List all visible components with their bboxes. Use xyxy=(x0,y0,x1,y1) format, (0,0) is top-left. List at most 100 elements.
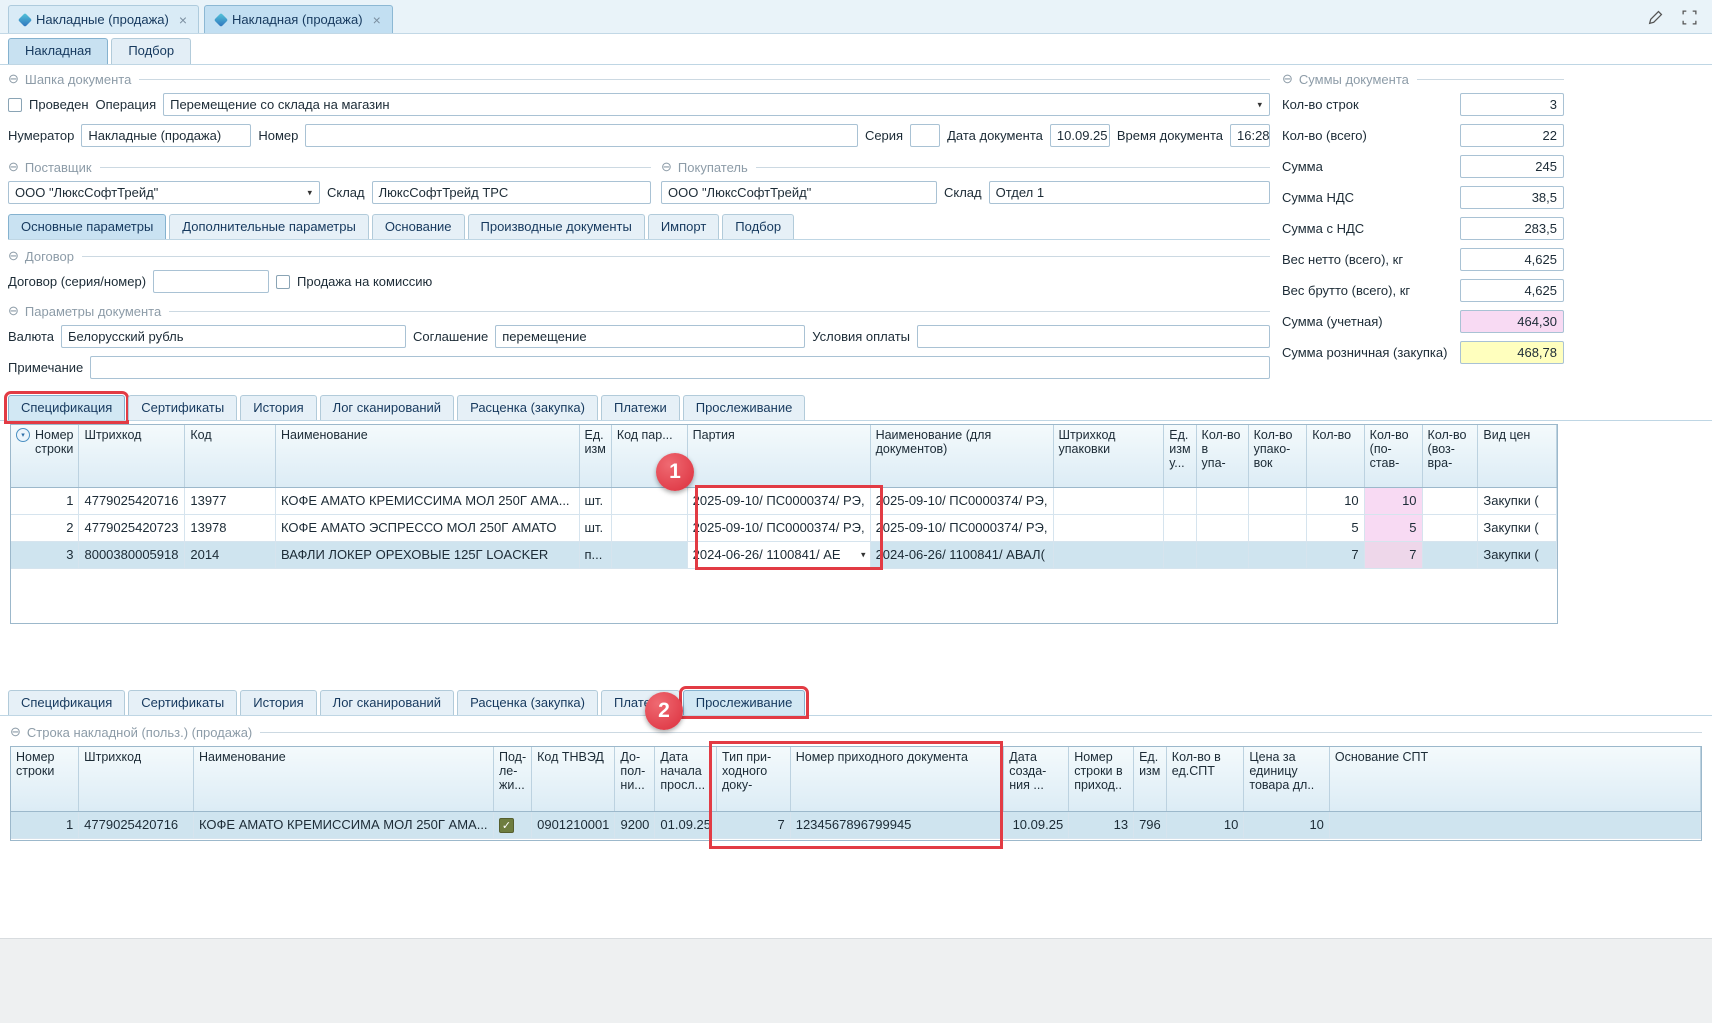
window-tab-invoices-list[interactable]: Накладные (продажа) × xyxy=(8,5,199,33)
column-header[interactable]: Ед. изм xyxy=(1134,747,1167,811)
tab-sertifikaty[interactable]: Сертификаты xyxy=(128,395,237,420)
grid-cell[interactable]: шт. xyxy=(579,487,611,514)
doc-time-input[interactable]: 16:28 xyxy=(1230,124,1270,147)
tab-podbor-2[interactable]: Подбор xyxy=(722,214,794,239)
grid-cell[interactable] xyxy=(611,541,687,568)
grid-cell[interactable]: 7 xyxy=(1364,541,1422,568)
grid-cell[interactable]: п... xyxy=(579,541,611,568)
commission-checkbox[interactable] xyxy=(276,275,290,289)
table-row[interactable]: 2 4779025420723 13978 КОФЕ АМАТО ЭСПРЕСС… xyxy=(11,514,1557,541)
edit-icon[interactable] xyxy=(1646,8,1664,26)
grid-cell[interactable]: 13 xyxy=(1069,811,1134,838)
numerator-input[interactable]: Накладные (продажа) xyxy=(81,124,251,147)
grid-cell[interactable] xyxy=(1248,541,1307,568)
column-header[interactable]: Ед. изм xyxy=(579,425,611,487)
grid-cell[interactable] xyxy=(1053,487,1164,514)
column-header[interactable]: Кол-во упако- вок xyxy=(1248,425,1307,487)
tab-proslezhivanie[interactable]: Прослеживание xyxy=(683,395,806,420)
proveden-checkbox[interactable] xyxy=(8,98,22,112)
currency-input[interactable]: Белорусский рубль xyxy=(61,325,406,348)
grid-cell[interactable]: 0901210001 xyxy=(532,811,615,838)
collapse-icon[interactable]: ⊖ xyxy=(8,248,19,264)
grid-cell[interactable]: 5 xyxy=(1307,514,1364,541)
column-header[interactable]: Кол-во xyxy=(1307,425,1364,487)
grid-cell[interactable]: 9200 xyxy=(615,811,655,838)
grid-cell[interactable] xyxy=(1196,514,1248,541)
total-value[interactable]: 38,5 xyxy=(1460,186,1564,209)
grid-cell[interactable]: КОФЕ АМАТО КРЕМИССИМА МОЛ 250Г АМА... xyxy=(194,811,494,838)
column-header[interactable]: До- пол- ни... xyxy=(615,747,655,811)
grid-cell[interactable]: 4779025420716 xyxy=(79,487,185,514)
grid-cell[interactable]: 4779025420723 xyxy=(79,514,185,541)
tab-sertifikaty-2[interactable]: Сертификаты xyxy=(128,690,237,715)
tab-rascenka-zakupka-2[interactable]: Расценка (закупка) xyxy=(457,690,598,715)
tab-log-skanirovaniy[interactable]: Лог сканирований xyxy=(320,395,454,420)
column-header[interactable]: Ед. изм у... xyxy=(1164,425,1196,487)
column-header[interactable]: Наименование (для документов) xyxy=(870,425,1053,487)
note-input[interactable] xyxy=(90,356,1270,379)
tab-istoriya-2[interactable]: История xyxy=(240,690,316,715)
collapse-icon[interactable]: ⊖ xyxy=(10,724,21,740)
grid-cell[interactable]: 7 xyxy=(717,811,791,838)
grid-cell[interactable] xyxy=(1248,514,1307,541)
column-header[interactable]: Кол-во (воз- вра- xyxy=(1422,425,1478,487)
grid-cell[interactable]: 1234567896799945 xyxy=(790,811,1004,838)
tab-dopolnitelnye-parametry[interactable]: Дополнительные параметры xyxy=(169,214,369,239)
grid-cell[interactable] xyxy=(611,514,687,541)
grid-cell[interactable]: 2 xyxy=(11,514,79,541)
grid-cell[interactable]: 01.09.25 xyxy=(655,811,717,838)
grid-cell[interactable] xyxy=(1196,541,1248,568)
grid-cell[interactable] xyxy=(1164,541,1196,568)
grid-cell[interactable]: 2024-06-26/ 1100841/ АВАЛ( xyxy=(870,541,1053,568)
grid-cell[interactable]: КОФЕ АМАТО ЭСПРЕССО МОЛ 250Г АМАТО xyxy=(276,514,580,541)
checkbox-checked-icon[interactable]: ✓ xyxy=(499,818,514,833)
table-row-selected[interactable]: 3 8000380005918 2014 ВАФЛИ ЛОКЕР ОРЕХОВЫ… xyxy=(11,541,1557,568)
contract-number-input[interactable] xyxy=(153,270,269,293)
column-header[interactable]: Вид цен xyxy=(1478,425,1557,487)
tab-osnovnye-parametry[interactable]: Основные параметры xyxy=(8,214,166,239)
buyer-input[interactable]: ООО "ЛюксСофтТрейд" xyxy=(661,181,937,204)
column-header[interactable]: Дата созда- ния ... xyxy=(1004,747,1069,811)
grid-cell[interactable]: 796 xyxy=(1134,811,1167,838)
grid-cell[interactable]: 8000380005918 xyxy=(79,541,185,568)
grid-cell[interactable]: 2014 xyxy=(185,541,276,568)
table-row-selected[interactable]: 1 4779025420716 КОФЕ АМАТО КРЕМИССИМА МО… xyxy=(11,811,1701,838)
tab-proizvodnye-dokumenty[interactable]: Производные документы xyxy=(468,214,645,239)
column-header[interactable]: Дата начала просл... xyxy=(655,747,717,811)
grid-cell[interactable]: 13977 xyxy=(185,487,276,514)
column-header[interactable]: Номер строки xyxy=(11,747,79,811)
collapse-icon[interactable]: ⊖ xyxy=(8,71,19,87)
column-header[interactable]: Кол-во в упа- xyxy=(1196,425,1248,487)
grid-cell[interactable]: Закупки ( xyxy=(1478,541,1557,568)
tab-import[interactable]: Импорт xyxy=(648,214,719,239)
total-value[interactable]: 4,625 xyxy=(1460,279,1564,302)
number-input[interactable] xyxy=(305,124,858,147)
total-value[interactable]: 245 xyxy=(1460,155,1564,178)
batch-combobox[interactable]: 2024-06-26/ 1100841/ АЕ ▾ xyxy=(687,541,870,568)
grid-cell[interactable] xyxy=(1164,487,1196,514)
grid-cell[interactable] xyxy=(1053,541,1164,568)
supplier-warehouse-input[interactable]: ЛюксСофтТрейд ТРС xyxy=(372,181,651,204)
grid-cell[interactable]: 3 xyxy=(11,541,79,568)
column-header[interactable]: Цена за единицу товара дл.. xyxy=(1244,747,1330,811)
grid-cell[interactable] xyxy=(1422,514,1478,541)
grid-cell[interactable]: КОФЕ АМАТО КРЕМИССИМА МОЛ 250Г АМА... xyxy=(276,487,580,514)
grid-cell[interactable] xyxy=(1422,487,1478,514)
chevron-down-icon[interactable]: ▾ xyxy=(861,549,866,560)
grid-cell[interactable] xyxy=(1248,487,1307,514)
agreement-input[interactable]: перемещение xyxy=(495,325,805,348)
column-header[interactable]: Код xyxy=(185,425,276,487)
tab-istoriya[interactable]: История xyxy=(240,395,316,420)
doc-date-input[interactable]: 10.09.25 xyxy=(1050,124,1110,147)
tab-proslezhivanie-2[interactable]: Прослеживание xyxy=(683,690,806,715)
column-header[interactable]: Наименование xyxy=(194,747,494,811)
grid-cell[interactable]: 2025-09-10/ ПС0000374/ РЭ, xyxy=(870,514,1053,541)
close-icon[interactable]: × xyxy=(373,13,381,27)
tab-podbor[interactable]: Подбор xyxy=(111,38,191,64)
grid-cell[interactable] xyxy=(1329,811,1700,838)
tab-platezhi[interactable]: Платежи xyxy=(601,395,680,420)
tab-nakladnaya[interactable]: Накладная xyxy=(8,38,108,64)
grid-cell[interactable]: 10 xyxy=(1364,487,1422,514)
grid-cell[interactable]: 1 xyxy=(11,811,79,838)
buyer-warehouse-input[interactable]: Отдел 1 xyxy=(989,181,1270,204)
